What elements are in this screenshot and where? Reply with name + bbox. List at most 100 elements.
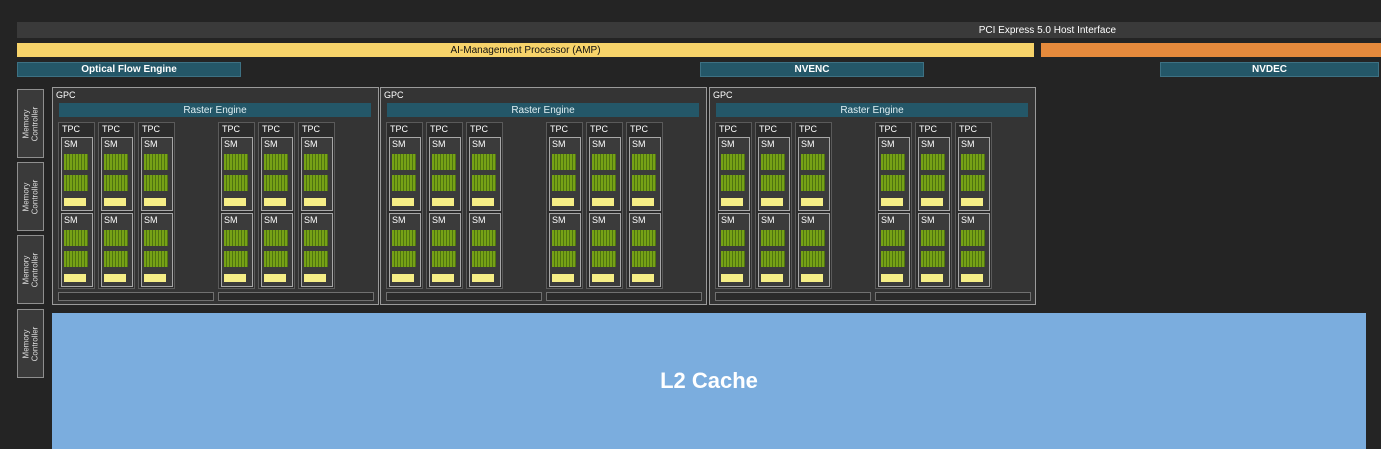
sm-block: SM [798, 213, 830, 287]
sm-block: SM [261, 213, 293, 287]
sm-cache-block [592, 198, 614, 206]
sm-cache-block [144, 274, 166, 282]
memory-controller-1: Memory Controller [17, 89, 44, 158]
sm-core-array [961, 251, 985, 267]
sm-core-array [144, 230, 168, 246]
sm-core-array [632, 175, 656, 191]
sm-cache-block [304, 274, 326, 282]
sm-core-array [592, 175, 616, 191]
gpc-bottom-bar [218, 292, 374, 301]
sm-core-array [64, 175, 88, 191]
sm-block: SM [718, 137, 750, 211]
sm-block: SM [429, 213, 461, 287]
sm-cache-block [264, 274, 286, 282]
sm-cache-block [881, 274, 903, 282]
sm-label: SM [921, 139, 935, 149]
optical-flow-engine: Optical Flow Engine [17, 62, 241, 77]
sm-block: SM [718, 213, 750, 287]
sm-block: SM [61, 137, 93, 211]
gpc-block: GPC Raster Engine TPC SM SM TPC SM SM TPC SM SM TPC… [380, 87, 707, 305]
sm-core-array [881, 175, 905, 191]
sm-core-array [801, 230, 825, 246]
sm-block: SM [918, 137, 950, 211]
sm-core-array [921, 154, 945, 170]
sm-core-array [224, 251, 248, 267]
sm-block: SM [389, 213, 421, 287]
sm-label: SM [721, 139, 735, 149]
sm-core-array [761, 175, 785, 191]
sm-core-array [472, 230, 496, 246]
sm-core-array [472, 251, 496, 267]
sm-label: SM [144, 139, 158, 149]
sm-core-array [304, 154, 328, 170]
sm-cache-block [224, 198, 246, 206]
tpc-label: TPC [759, 124, 777, 134]
sm-cache-block [721, 274, 743, 282]
sm-core-array [761, 154, 785, 170]
sm-block: SM [629, 137, 661, 211]
sm-block: SM [758, 213, 790, 287]
sm-label: SM [144, 215, 158, 225]
sm-block: SM [798, 137, 830, 211]
sm-label: SM [761, 139, 775, 149]
amp-bar: AI-Management Processor (AMP) [17, 43, 1034, 57]
tpc-block: TPC SM SM [58, 122, 95, 289]
gpc-bottom-bar [715, 292, 871, 301]
sm-cache-block [721, 198, 743, 206]
sm-cache-block [801, 198, 823, 206]
raster-engine: Raster Engine [716, 103, 1028, 117]
sm-core-array [144, 251, 168, 267]
sm-cache-block [632, 274, 654, 282]
sm-cache-block [304, 198, 326, 206]
sm-cache-block [432, 274, 454, 282]
sm-core-array [592, 154, 616, 170]
memory-controller-2: Memory Controller [17, 162, 44, 231]
sm-label: SM [592, 139, 606, 149]
sm-cache-block [144, 198, 166, 206]
sm-label: SM [961, 139, 975, 149]
nvdec-label: NVDEC [1251, 64, 1287, 75]
sm-cache-block [392, 274, 414, 282]
sm-block: SM [301, 213, 333, 287]
memory-controller-label: Memory Controller [21, 179, 40, 214]
sm-cache-block [801, 274, 823, 282]
sm-block: SM [261, 137, 293, 211]
sm-core-array [392, 230, 416, 246]
gpc-bottom-bar [875, 292, 1031, 301]
sm-label: SM [304, 215, 318, 225]
sm-block: SM [549, 137, 581, 211]
gpc-label: GPC [56, 90, 76, 100]
sm-core-array [881, 251, 905, 267]
sm-label: SM [64, 215, 78, 225]
sm-label: SM [264, 139, 278, 149]
nvenc-block: NVENC [700, 62, 924, 77]
l2-cache: L2 Cache [52, 313, 1366, 449]
sm-core-array [432, 175, 456, 191]
tpc-label: TPC [222, 124, 240, 134]
sm-label: SM [552, 215, 566, 225]
tpc-block: TPC SM SM [795, 122, 832, 289]
sm-label: SM [432, 215, 446, 225]
sm-block: SM [141, 213, 173, 287]
sm-cache-block [432, 198, 454, 206]
sm-block: SM [61, 213, 93, 287]
tpc-label: TPC [959, 124, 977, 134]
sm-label: SM [801, 215, 815, 225]
tpc-block: TPC SM SM [955, 122, 992, 289]
sm-cache-block [64, 274, 86, 282]
memory-controller-3: Memory Controller [17, 235, 44, 304]
sm-core-array [552, 154, 576, 170]
sm-cache-block [552, 198, 574, 206]
sm-block: SM [589, 137, 621, 211]
sm-core-array [881, 230, 905, 246]
sm-core-array [104, 175, 128, 191]
sm-cache-block [961, 274, 983, 282]
tpc-block: TPC SM SM [715, 122, 752, 289]
sm-label: SM [224, 215, 238, 225]
sm-core-array [472, 154, 496, 170]
sm-core-array [432, 230, 456, 246]
sm-core-array [224, 154, 248, 170]
sm-core-array [921, 230, 945, 246]
sm-core-array [144, 175, 168, 191]
pcie-host-interface-bar: PCI Express 5.0 Host Interface [17, 22, 1381, 38]
